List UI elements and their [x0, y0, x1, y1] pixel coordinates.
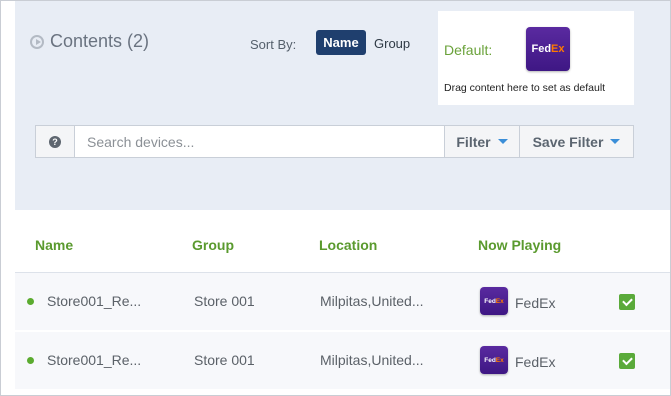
- device-name: Store001_Re...: [47, 352, 142, 368]
- filter-label: Filter: [456, 133, 491, 150]
- device-location: Milpitas,United...: [320, 293, 424, 309]
- row-checkbox[interactable]: [619, 353, 635, 369]
- default-hint: Drag content here to set as default: [444, 82, 606, 94]
- sort-by-name-button[interactable]: Name: [316, 30, 366, 55]
- column-header-now-playing[interactable]: Now Playing: [478, 237, 561, 253]
- device-group: Store 001: [194, 352, 255, 368]
- save-filter-label: Save Filter: [532, 133, 604, 150]
- default-label: Default:: [444, 42, 493, 58]
- logo-text-ex: Ex: [495, 356, 504, 364]
- play-circle-icon: [30, 34, 44, 49]
- column-header-location[interactable]: Location: [319, 237, 377, 253]
- status-online-icon: [27, 298, 34, 305]
- fedex-logo[interactable]: Fed Ex: [526, 27, 570, 71]
- sort-by-label: Sort By:: [250, 37, 297, 52]
- caret-down-icon: [497, 139, 508, 144]
- row-checkbox[interactable]: [619, 294, 635, 310]
- device-location: Milpitas,United...: [320, 352, 424, 368]
- column-header-name[interactable]: Name: [35, 237, 73, 253]
- logo-text-fed: Fed: [531, 43, 552, 55]
- now-playing-label: FedEx: [515, 354, 556, 370]
- search-input[interactable]: [75, 126, 444, 157]
- fedex-logo: Fed Ex: [480, 346, 508, 374]
- save-filter-button[interactable]: Save Filter: [519, 126, 633, 157]
- search-bar: ? Filter Save Filter: [35, 125, 634, 158]
- table-row[interactable]: Store001_Re... Store 001 Milpitas,United…: [15, 332, 670, 389]
- help-button[interactable]: ?: [36, 126, 75, 157]
- logo-text-fed: Fed: [484, 356, 496, 364]
- contents-title: Contents (2): [50, 31, 150, 51]
- logo-text-ex: Ex: [495, 297, 504, 305]
- now-playing-label: FedEx: [515, 295, 556, 311]
- status-online-icon: [27, 357, 34, 364]
- sort-by-group-button[interactable]: Group: [374, 36, 410, 51]
- logo-text-fed: Fed: [484, 297, 496, 305]
- contents-header[interactable]: Contents (2): [30, 31, 149, 52]
- device-group: Store 001: [194, 293, 255, 309]
- table-row[interactable]: Store001_Re... Store 001 Milpitas,United…: [15, 273, 670, 330]
- column-header-group[interactable]: Group: [192, 237, 234, 253]
- fedex-logo: Fed Ex: [480, 287, 508, 315]
- logo-text-ex: Ex: [551, 43, 565, 55]
- filter-button[interactable]: Filter: [444, 126, 519, 157]
- caret-down-icon: [610, 139, 621, 144]
- question-icon: ?: [49, 135, 61, 148]
- device-name: Store001_Re...: [47, 293, 142, 309]
- default-content-dropzone[interactable]: Default: Fed Ex Drag content here to set …: [438, 11, 634, 105]
